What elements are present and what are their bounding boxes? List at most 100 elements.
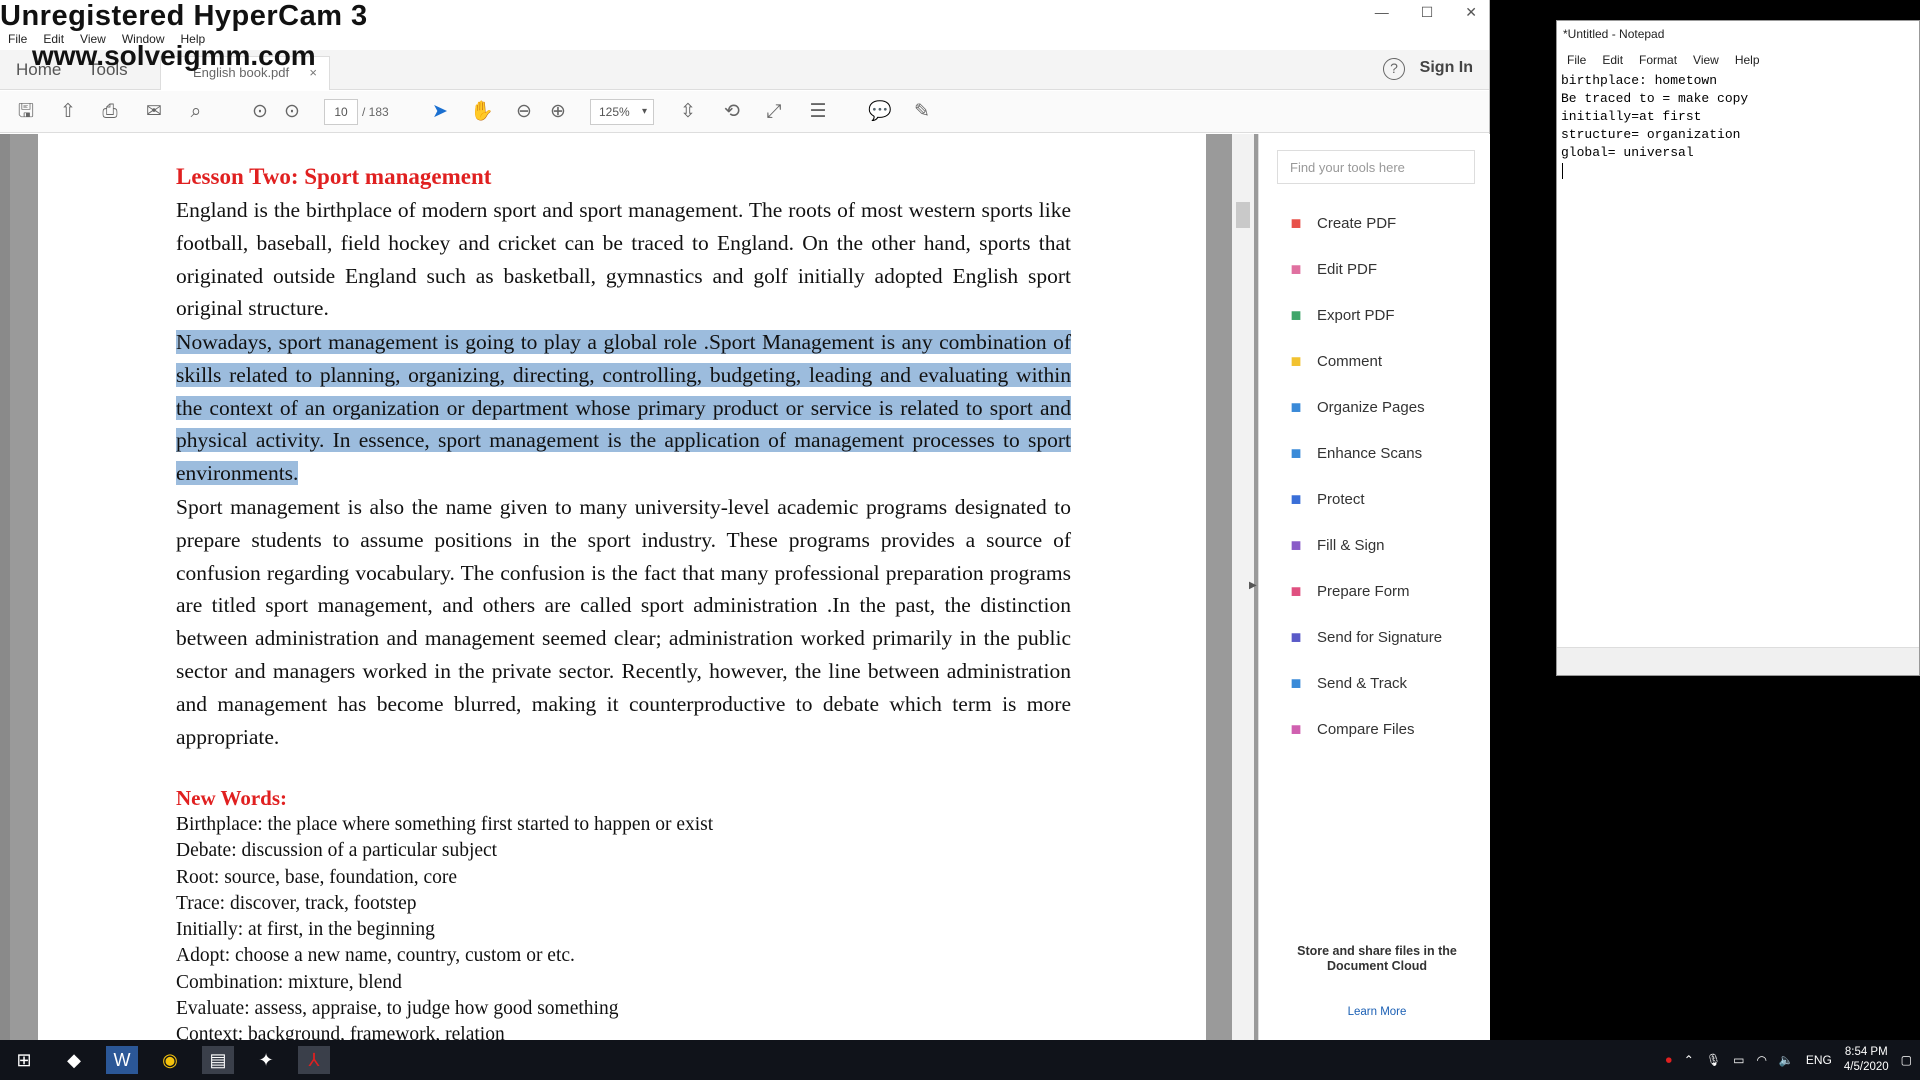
system-tray: ⏺ ⌃ 🎙 ▭ ◠ 🔈 ENG 8:54 PM 4/5/2020 ▢ [1666,1040,1912,1080]
language-indicator[interactable]: ENG [1806,1053,1832,1067]
hand-tool-icon[interactable]: ✋ [470,100,494,124]
fit-page-icon[interactable]: ⇳ [676,100,700,124]
zoom-out-icon[interactable]: ⊖ [512,100,536,124]
close-button[interactable]: ✕ [1465,4,1477,21]
save-icon[interactable]: 🖫 [14,100,38,124]
left-panel-toggle[interactable] [0,134,10,1040]
email-icon[interactable]: ✉ [142,100,166,124]
learn-more-link[interactable]: Learn More [1277,1006,1477,1018]
cloud-promo-text: Store and share files in the Document Cl… [1297,944,1457,973]
app-icon[interactable]: ◆ [58,1046,90,1074]
word-item: Adopt: choose a new name, country, custo… [176,945,575,967]
paragraph-1: England is the birthplace of modern spor… [176,198,1071,321]
tool-comment[interactable]: ■ Comment [1285,348,1382,374]
protect-icon: ■ [1290,489,1302,509]
next-page-icon[interactable]: ⊙ [280,100,304,124]
notepad-text-area[interactable]: birthplace: hometown Be traced to = make… [1561,72,1748,162]
tool-label: Compare Files [1317,720,1415,738]
word-item: Trace: discover, track, footstep [176,892,417,914]
word-item: Context: background, framework, relation [176,1024,505,1040]
settings-app-icon[interactable]: ✦ [250,1046,282,1074]
notepad-menu-file[interactable]: File [1567,53,1586,67]
notepad-menu-edit[interactable]: Edit [1602,53,1623,67]
rotate-icon[interactable]: ⟲ [720,100,744,124]
word-item: Birthplace: the place where something fi… [176,814,714,835]
menu-file[interactable]: File [8,32,27,46]
recorder-watermark-url: www.solveigmm.com [32,40,316,71]
battery-icon[interactable]: ▭ [1733,1053,1744,1067]
zoom-in-icon[interactable]: ⊕ [546,100,570,124]
notifications-icon[interactable]: ▢ [1901,1053,1912,1067]
chrome-icon[interactable]: ◉ [154,1046,186,1074]
new-words-heading: New Words: [176,786,288,810]
tool-send-track[interactable]: ■ Send & Track [1285,670,1407,696]
scrollbar-thumb[interactable] [1236,202,1250,228]
tool-label: Create PDF [1317,214,1397,232]
tool-organize-pages[interactable]: ■ Organize Pages [1285,394,1425,420]
acrobat-icon[interactable]: ⅄ [298,1046,330,1074]
find-tools-input[interactable]: Find your tools here [1277,150,1475,184]
windows-start-icon[interactable]: ⊞ [8,1046,40,1074]
tool-label: Enhance Scans [1317,444,1423,462]
help-icon[interactable]: ? [1383,58,1405,80]
sign-in-button[interactable]: Sign In [1420,59,1473,77]
minimize-button[interactable]: — [1375,4,1389,21]
search-icon[interactable]: ⌕ [184,100,208,124]
page-total: / 183 [362,105,389,119]
previous-page-icon[interactable]: ⊙ [248,100,272,124]
organize-pages-icon: ■ [1290,397,1302,417]
tool-protect[interactable]: ■ Protect [1285,486,1365,512]
notepad-horizontal-scrollbar[interactable] [1557,647,1919,675]
collapse-panel-icon[interactable]: ▶ [1249,580,1257,591]
paragraph-3: Sport management is also the name given … [176,495,1071,749]
microphone-icon[interactable]: 🎙 [1706,1053,1721,1067]
notepad-window: *Untitled - Notepad File Edit Format View He… [1556,20,1920,676]
text-cursor [1562,163,1563,179]
tool-send-signature[interactable]: ■ Send for Signature [1285,624,1443,650]
tool-label: Export PDF [1317,306,1395,324]
tool-fill-sign[interactable]: ■ Fill & Sign [1285,532,1385,558]
word-item: Combination: mixture, blend [176,971,402,993]
wifi-icon[interactable]: ◠ [1756,1053,1766,1067]
word-item: Root: source, base, foundation, core [176,866,458,888]
page-number-input[interactable]: 10 [324,99,358,125]
upload-icon[interactable]: ⇧ [56,100,80,124]
tool-label: Send for Signature [1317,628,1443,646]
notepad-title: *Untitled - Notepad [1563,27,1665,41]
volume-icon[interactable]: 🔈 [1779,1053,1794,1067]
toolbar: 🖫 ⇧ ⎙ ✉ ⌕ ⊙ ⊙ 10 / 183 ➤ ✋ ⊖ ⊕ 125% ⇳ ⟲ … [0,91,1489,133]
notepad-menu-format[interactable]: Format [1639,53,1677,67]
word-icon[interactable]: W [106,1046,138,1074]
notepad-menu-help[interactable]: Help [1735,53,1760,67]
tray-chevron-icon[interactable]: ⌃ [1684,1053,1694,1067]
tool-label: Fill & Sign [1317,536,1385,554]
tool-compare-files[interactable]: ■ Compare Files [1285,716,1415,742]
send-signature-icon: ■ [1290,627,1302,647]
tool-label: Organize Pages [1317,398,1425,416]
comment-toolbar-icon[interactable]: 💬 [868,100,892,124]
tool-prepare-form[interactable]: ■ Prepare Form [1285,578,1410,604]
paragraph-2-selected[interactable]: Nowadays, sport management is going to p… [176,326,1071,490]
maximize-button[interactable]: ☐ [1421,4,1434,21]
select-tool-icon[interactable]: ➤ [428,100,452,124]
zoom-select[interactable]: 125% [590,99,654,125]
record-icon[interactable]: ⏺ [1666,1053,1672,1068]
tool-label: Edit PDF [1317,260,1378,278]
word-item: Initially: at first, in the beginning [176,919,435,941]
edit-pdf-icon: ■ [1290,259,1302,279]
send-track-icon: ■ [1290,673,1302,693]
tool-edit-pdf[interactable]: ■ Edit PDF [1285,256,1377,282]
tool-create-pdf[interactable]: ■ Create PDF [1285,210,1397,236]
tool-export-pdf[interactable]: ■ Export PDF [1285,302,1395,328]
lesson-title: Lesson Two: Sport management [176,164,492,189]
clock[interactable]: 8:54 PM 4/5/2020 [1844,1045,1889,1075]
notepad-menu-view[interactable]: View [1693,53,1719,67]
fill-sign-icon: ■ [1290,535,1302,555]
enhance-scans-icon: ■ [1290,443,1302,463]
tool-enhance-scans[interactable]: ■ Enhance Scans [1285,440,1423,466]
full-screen-icon[interactable]: ⤢ [762,100,786,124]
highlight-pen-icon[interactable]: ✎ [910,100,934,124]
scroll-mode-icon[interactable]: ☰ [806,100,830,124]
print-icon[interactable]: ⎙ [98,100,122,124]
notepad-icon[interactable]: ▤ [202,1046,234,1074]
